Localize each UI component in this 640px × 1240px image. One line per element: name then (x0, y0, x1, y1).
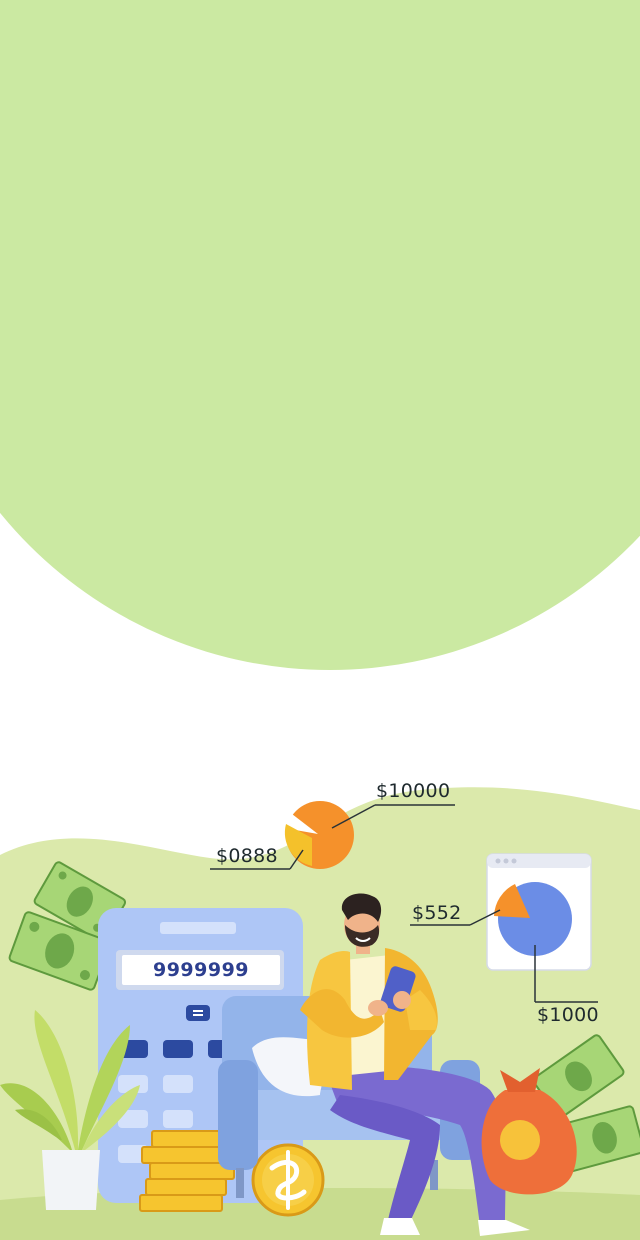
top-green-blob (0, 0, 640, 670)
dollar-coin-icon (251, 1143, 325, 1217)
left-pie-value-label: $0888 (216, 845, 278, 867)
panel-slice-value-label: $552 (412, 902, 462, 924)
calculator-display: 9999999 (152, 959, 250, 981)
finance-illustration (0, 0, 640, 1240)
panel-total-value-label: $1000 (537, 1004, 599, 1026)
top-pie-value-label: $10000 (376, 780, 451, 802)
